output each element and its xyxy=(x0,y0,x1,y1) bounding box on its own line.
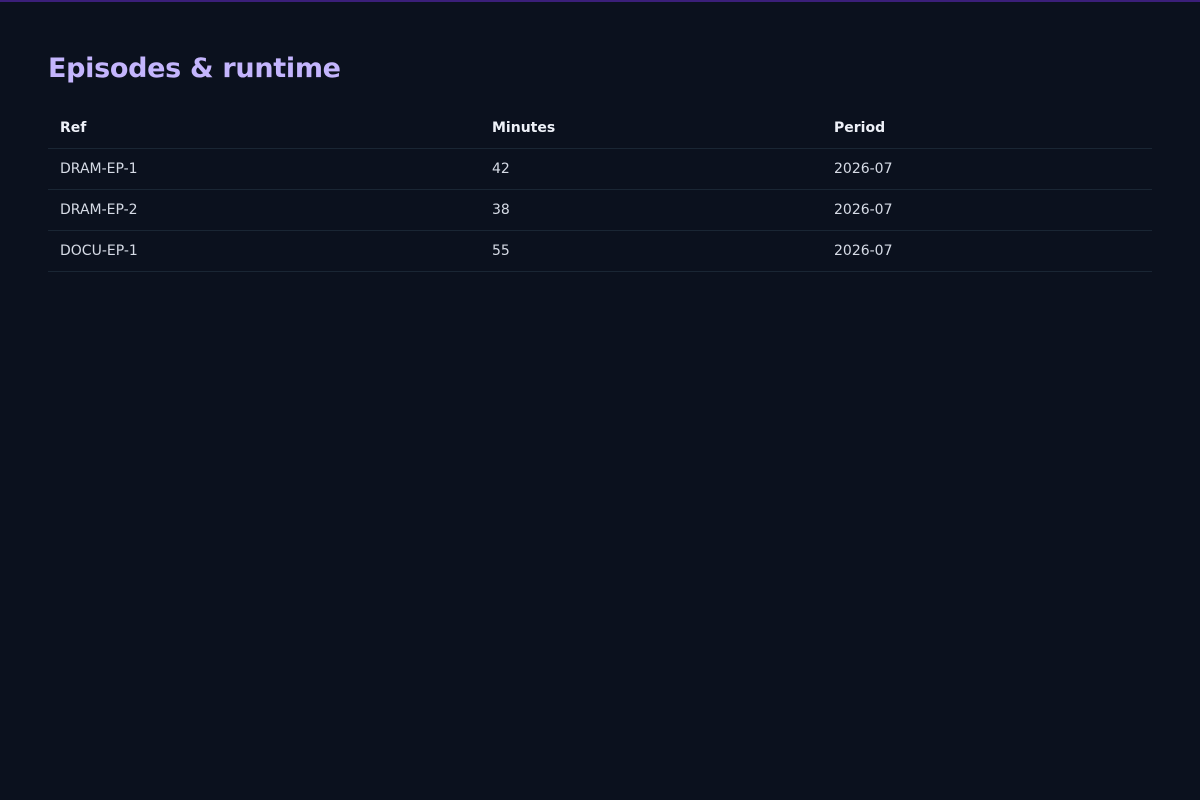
page-content: Episodes & runtime Ref Minutes Period DR… xyxy=(48,50,1152,272)
cell-ref: DOCU-EP-1 xyxy=(48,230,480,272)
cell-minutes: 55 xyxy=(480,230,822,272)
column-header-ref[interactable]: Ref xyxy=(48,108,480,149)
top-accent-bar xyxy=(0,0,1200,2)
table-row[interactable]: DRAM-EP-1 42 2026-07 xyxy=(48,148,1152,190)
cell-period: 2026-07 xyxy=(822,148,1152,190)
episodes-table: Ref Minutes Period DRAM-EP-1 42 2026-07 … xyxy=(48,108,1152,272)
page-title: Episodes & runtime xyxy=(48,53,341,84)
table-row[interactable]: DRAM-EP-2 38 2026-07 xyxy=(48,189,1152,231)
table-header-row: Ref Minutes Period xyxy=(48,108,1152,149)
table-row[interactable]: DOCU-EP-1 55 2026-07 xyxy=(48,230,1152,272)
column-header-period[interactable]: Period xyxy=(822,108,1152,149)
cell-minutes: 38 xyxy=(480,189,822,231)
cell-period: 2026-07 xyxy=(822,230,1152,272)
cell-period: 2026-07 xyxy=(822,189,1152,231)
cell-ref: DRAM-EP-1 xyxy=(48,148,480,190)
cell-ref: DRAM-EP-2 xyxy=(48,189,480,231)
cell-minutes: 42 xyxy=(480,148,822,190)
column-header-minutes[interactable]: Minutes xyxy=(480,108,822,149)
